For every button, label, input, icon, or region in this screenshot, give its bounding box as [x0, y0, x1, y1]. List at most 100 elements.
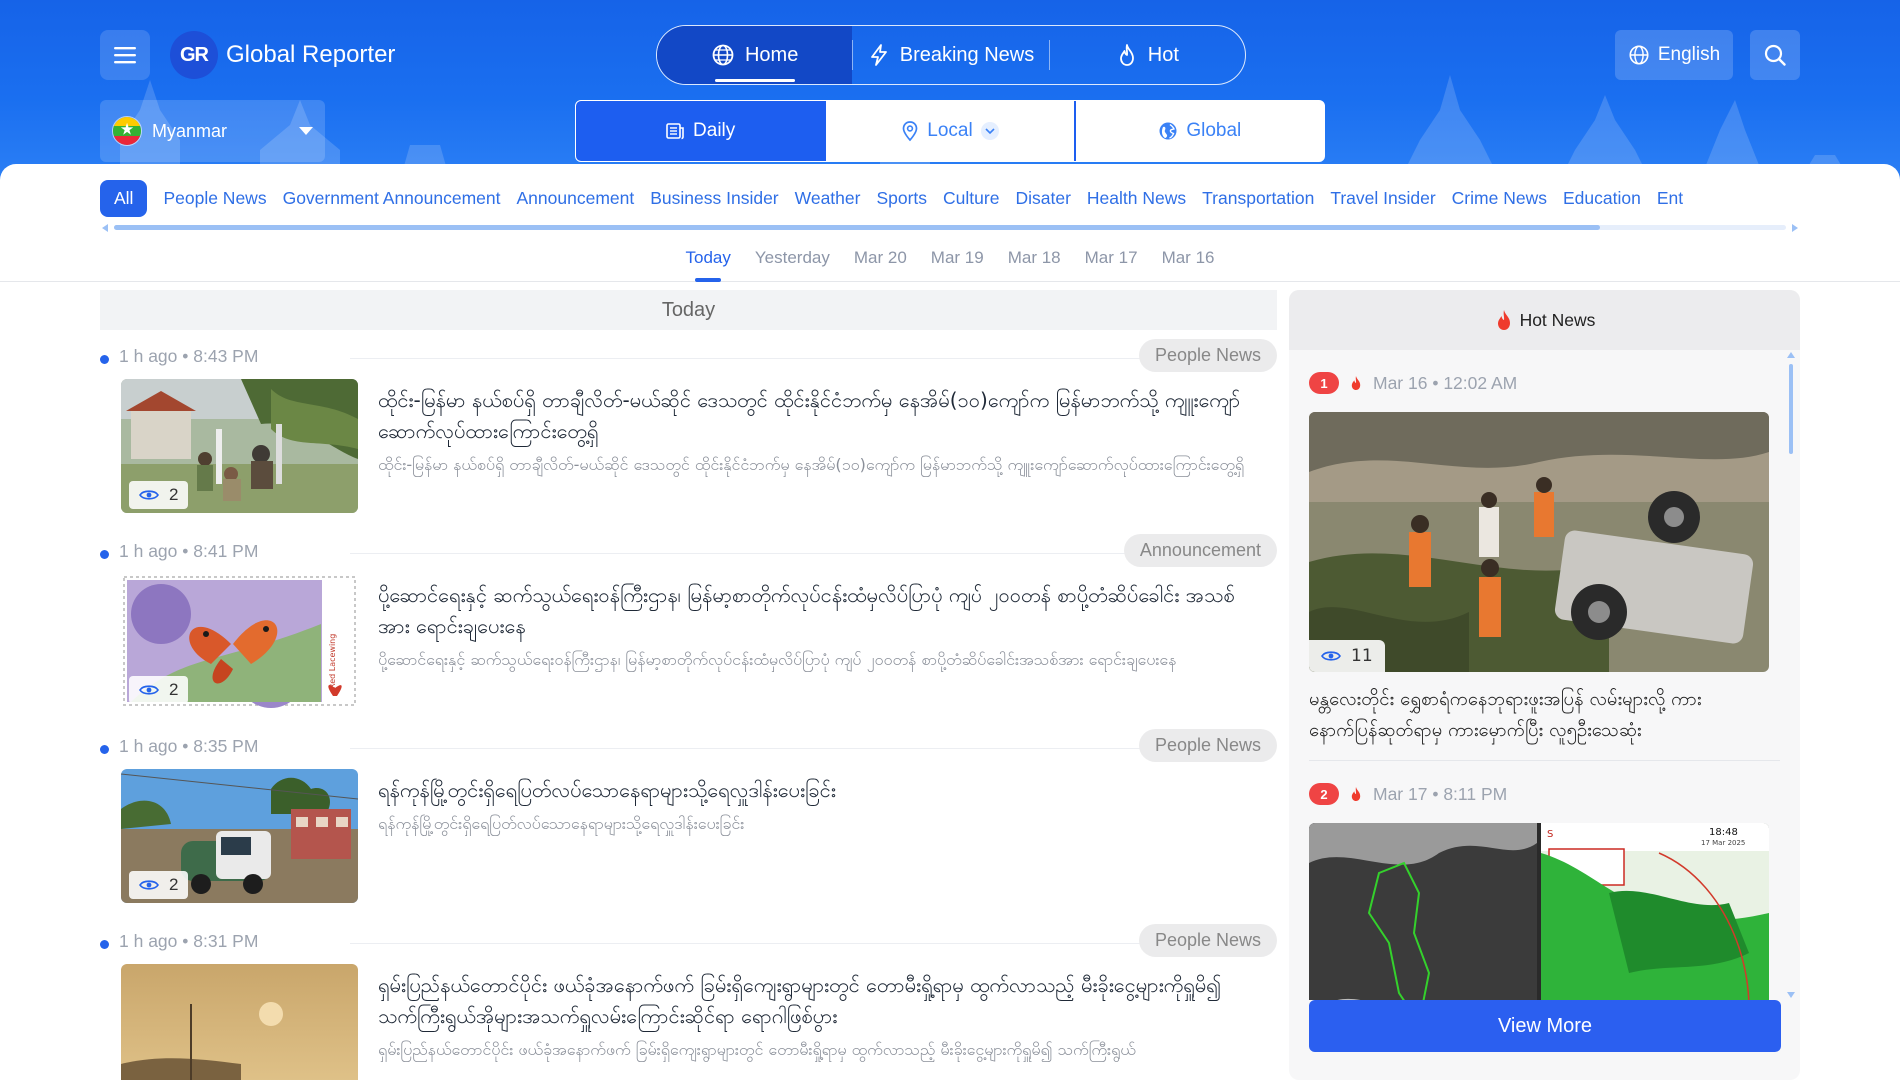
location-pin-icon [902, 121, 918, 142]
hot-news-time: Mar 16 • 12:02 AM [1373, 372, 1518, 393]
hot-news-scrollbar[interactable] [1786, 350, 1796, 1000]
hot-news-image[interactable]: 11 [1309, 412, 1769, 672]
region-selector[interactable]: ★ Myanmar [100, 100, 325, 162]
timeline-dot [100, 550, 109, 559]
hot-news-item[interactable]: 1 Mar 16 • 12:02 AM 11 မန္တလေးတိုင်း ရွှ… [1289, 350, 1800, 761]
scrollbar-thumb[interactable] [1789, 364, 1793, 454]
hot-news-title: Hot News [1519, 309, 1596, 330]
category-badge[interactable]: Announcement [1123, 534, 1277, 567]
news-title[interactable]: ရှမ်းပြည်နယ်တောင်ပိုင်း ဖယ်ခုံအနောက်ဖက် … [378, 970, 1258, 1032]
date-tab-mar-19[interactable]: Mar 19 [931, 240, 984, 276]
search-button[interactable] [1750, 30, 1800, 80]
category-scrollbar[interactable] [100, 222, 1800, 232]
hot-news-item[interactable]: 2 Mar 17 • 8:11 PM S 18:48 17 Mar 2025 [1289, 761, 1800, 1000]
news-title[interactable]: ပို့ဆောင်ရေးနှင့် ဆက်သွယ်ရေးဝန်ကြီးဌာန၊ … [378, 580, 1258, 642]
category-tab-business-insider[interactable]: Business Insider [642, 188, 786, 209]
hamburger-menu-button[interactable] [100, 30, 150, 80]
date-tabs: Today Yesterday Mar 20 Mar 19 Mar 18 Mar… [0, 240, 1900, 282]
category-tab-all[interactable]: All [100, 179, 148, 217]
weather-satellite-map: S 18:48 17 Mar 2025 [1309, 823, 1769, 1000]
view-more-button[interactable]: View More [1309, 1000, 1781, 1052]
news-item[interactable]: 1 h ago • 8:31 PM People News ရှမ်းပြည်န… [100, 876, 1277, 1080]
nav-hot[interactable]: Hot [1050, 26, 1245, 84]
view-count-value: 11 [1351, 646, 1373, 666]
scrollbar-thumb[interactable] [114, 225, 1600, 230]
map-date: 17 Mar 2025 [1701, 839, 1745, 847]
chevron-down-icon[interactable] [980, 122, 999, 140]
newspaper-icon [666, 123, 684, 140]
category-tab-culture[interactable]: Culture [935, 188, 1007, 209]
timeline-dot [100, 940, 109, 949]
news-item[interactable]: 1 h ago • 8:35 PM People News 2 ရန်ကုန်မ… [100, 681, 1277, 903]
news-feed: Today 1 h ago • 8:43 PM People News 2 ထိ… [100, 290, 1277, 1080]
hot-news-title[interactable]: မန္တလေးတိုင်း ရွှေစာရံကနေဘုရားဖူးအပြန် လ… [1309, 684, 1769, 746]
date-tab-today[interactable]: Today [686, 240, 731, 276]
hot-news-meta: 2 Mar 17 • 8:11 PM [1309, 779, 1780, 809]
globe-icon [712, 44, 734, 66]
language-selector[interactable]: English [1615, 30, 1733, 80]
category-badge[interactable]: People News [1138, 924, 1277, 957]
nav-home[interactable]: Home [657, 26, 853, 84]
logo-mark: GR [170, 31, 218, 79]
hot-news-panel: Hot News 1 Mar 16 • 12:02 AM 11 မန္တလေးတ… [1289, 290, 1800, 1080]
site-logo[interactable]: GR Global Reporter [170, 30, 395, 80]
news-summary: ရန်ကုန်မြို့တွင်းရှိရေပြတ်လပ်သောနေရာများ… [378, 814, 745, 833]
news-title[interactable]: ထိုင်း-မြန်မာ နယ်စပ်ရှိ တာချီလိတ်-မယ်ဆို… [378, 385, 1258, 447]
category-tab-people-news[interactable]: People News [155, 188, 274, 209]
category-tab-weather[interactable]: Weather [787, 188, 869, 209]
divider [350, 358, 1267, 359]
date-tab-mar-18[interactable]: Mar 18 [1008, 240, 1061, 276]
news-time: 1 h ago • 8:31 PM [119, 931, 259, 951]
news-title[interactable]: ရန်ကုန်မြို့တွင်းရှိရေပြတ်လပ်သောနေရာများ… [378, 775, 1258, 806]
svg-text:S: S [1547, 829, 1553, 840]
site-header: GR Global Reporter Home Breaking News Ho… [0, 0, 1900, 180]
language-label: English [1657, 44, 1721, 65]
category-badge[interactable]: People News [1138, 339, 1277, 372]
scroll-down-arrow-icon[interactable] [1787, 992, 1795, 998]
date-tab-yesterday[interactable]: Yesterday [755, 240, 830, 276]
scope-global-label: Global [1186, 120, 1242, 141]
scroll-left-arrow-icon[interactable] [102, 224, 108, 232]
nav-breaking-news[interactable]: Breaking News [853, 26, 1048, 84]
news-summary: ထိုင်း-မြန်မာ နယ်စပ်ရှိ တာချီလိတ်-မယ်ဆို… [378, 455, 1245, 474]
timeline-dot [100, 745, 109, 754]
scroll-right-arrow-icon[interactable] [1792, 224, 1798, 232]
hot-news-header: Hot News [1289, 290, 1800, 350]
category-tab-government-announcement[interactable]: Government Announcement [275, 188, 509, 209]
news-thumbnail[interactable] [121, 964, 358, 1080]
hot-news-list: 1 Mar 16 • 12:02 AM 11 မန္တလေးတိုင်း ရွှ… [1289, 350, 1800, 1000]
flame-icon [1351, 787, 1361, 801]
category-tab-travel-insider[interactable]: Travel Insider [1322, 188, 1443, 209]
scope-tab-local[interactable]: Local [826, 101, 1074, 161]
scope-tab-daily[interactable]: Daily [576, 101, 825, 161]
category-tab-sports[interactable]: Sports [868, 188, 935, 209]
category-tab-education[interactable]: Education [1555, 188, 1649, 209]
news-time: 1 h ago • 8:35 PM [119, 736, 259, 756]
scroll-up-arrow-icon[interactable] [1787, 352, 1795, 358]
date-tab-mar-17[interactable]: Mar 17 [1085, 240, 1138, 276]
overturned-truck-photo [1309, 412, 1769, 672]
category-badge[interactable]: People News [1138, 729, 1277, 762]
myanmar-flag-icon: ★ [112, 116, 142, 146]
map-time: 18:48 [1709, 827, 1738, 838]
timeline-dot [100, 355, 109, 364]
category-tab-entertainment[interactable]: Ent [1649, 188, 1691, 209]
category-tab-health-news[interactable]: Health News [1079, 188, 1194, 209]
news-summary: ပို့ဆောင်ရေးနှင့် ဆက်သွယ်ရေးဝန်ကြီးဌာန၊ … [378, 650, 1177, 669]
earth-icon [1159, 122, 1177, 140]
category-tab-disaster[interactable]: Disater [1007, 188, 1078, 209]
news-item[interactable]: 1 h ago • 8:41 PM Announcement Red Lacew… [100, 486, 1277, 708]
category-tab-announcement[interactable]: Announcement [509, 188, 643, 209]
date-tab-mar-16[interactable]: Mar 16 [1162, 240, 1215, 276]
date-tab-mar-20[interactable]: Mar 20 [854, 240, 907, 276]
scope-tab-global[interactable]: Global [1076, 101, 1324, 161]
hot-news-image[interactable]: S 18:48 17 Mar 2025 [1309, 823, 1769, 1000]
scope-local-label: Local [927, 120, 973, 141]
news-item[interactable]: 1 h ago • 8:43 PM People News 2 ထိုင်း-မ… [100, 291, 1277, 513]
nav-hot-label: Hot [1147, 43, 1179, 66]
hot-news-meta: 1 Mar 16 • 12:02 AM [1309, 368, 1780, 398]
category-tab-transportation[interactable]: Transportation [1194, 188, 1322, 209]
category-tab-crime-news[interactable]: Crime News [1444, 188, 1555, 209]
nav-breaking-news-label: Breaking News [899, 43, 1035, 66]
rank-badge: 1 [1309, 372, 1339, 394]
